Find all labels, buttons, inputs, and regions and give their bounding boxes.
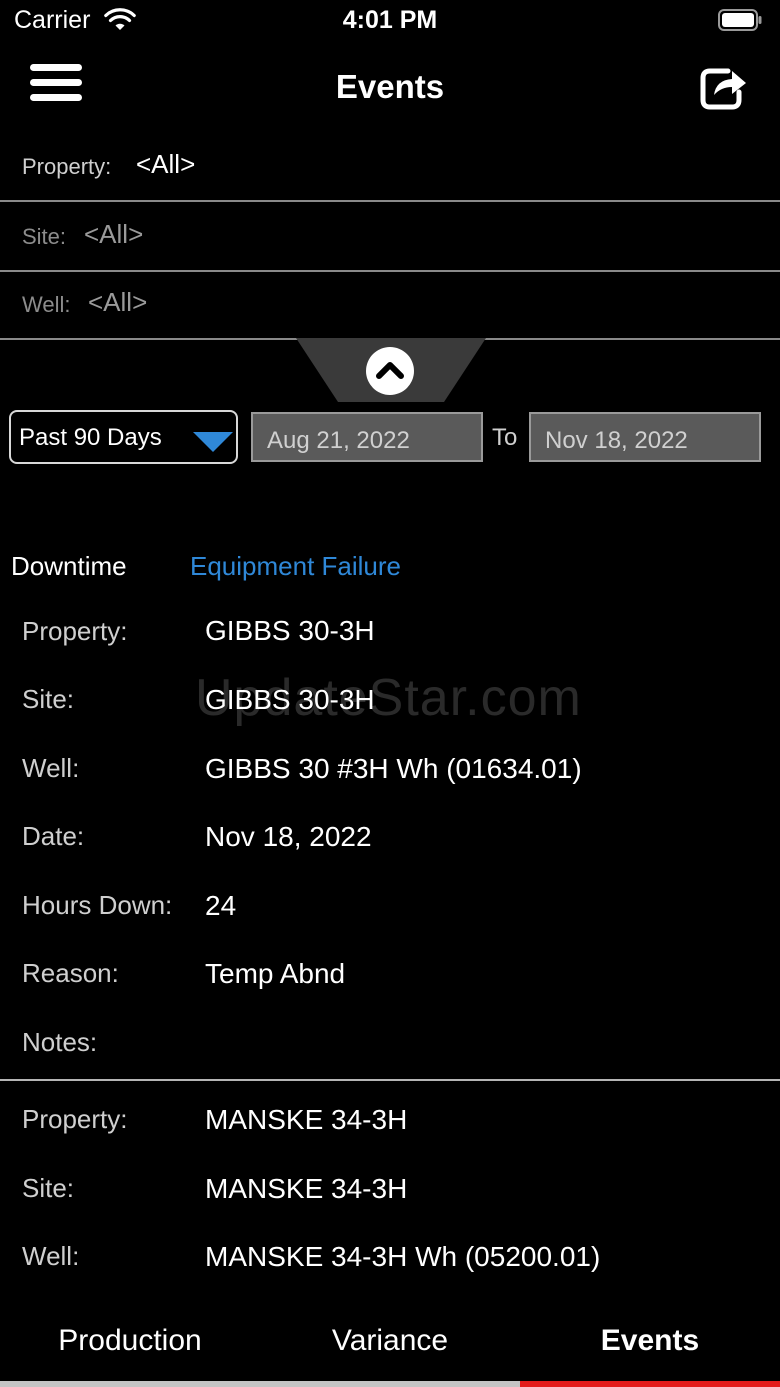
property-filter[interactable]: Property: <All> (0, 132, 780, 202)
well-filter-value: <All> (88, 287, 148, 317)
property-label: Property: (22, 1104, 128, 1134)
date-value: Nov 18, 2022 (205, 821, 372, 852)
site-label: Site: (22, 684, 75, 714)
end-date-field[interactable]: Nov 18, 2022 (529, 412, 761, 462)
clock: 4:01 PM (342, 6, 438, 34)
battery-icon (718, 9, 762, 31)
site-filter-label: Site: (22, 224, 67, 249)
well-value: GIBBS 30 #3H Wh (01634.01) (205, 753, 582, 784)
well-value: MANSKE 34-3H Wh (05200.01) (205, 1241, 601, 1272)
hours-down-value: 24 (205, 890, 237, 921)
tab-production[interactable]: Production (0, 1324, 260, 1358)
start-date-field[interactable]: Aug 21, 2022 (251, 412, 483, 462)
well-label: Well: (22, 1241, 80, 1271)
start-date-value: Aug 21, 2022 (267, 427, 410, 454)
end-date-value: Nov 18, 2022 (545, 427, 688, 454)
date-range-value: Past 90 Days (19, 424, 162, 451)
reason-label: Reason: (22, 958, 119, 988)
property-filter-value: <All> (136, 149, 196, 179)
well-label: Well: (22, 753, 80, 783)
property-value: MANSKE 34-3H (205, 1104, 408, 1135)
well-filter[interactable]: Well: <All> (0, 270, 780, 340)
notes-label: Notes: (22, 1027, 98, 1057)
property-value: GIBBS 30-3H (205, 615, 375, 646)
site-filter-value: <All> (84, 219, 144, 249)
event-type-label: Downtime (11, 551, 127, 581)
site-value: MANSKE 34-3H (205, 1173, 408, 1204)
event-divider (0, 1079, 780, 1081)
to-label: To (492, 424, 518, 451)
date-label: Date: (22, 821, 85, 851)
site-label: Site: (22, 1173, 75, 1203)
site-value: GIBBS 30-3H (205, 684, 375, 715)
property-label: Property: (22, 616, 128, 646)
tab-variance[interactable]: Variance (260, 1324, 520, 1358)
tab-events[interactable]: Events (520, 1324, 780, 1358)
share-icon[interactable] (698, 62, 748, 112)
reason-value: Temp Abnd (205, 958, 346, 989)
date-range-dropdown[interactable]: Past 90 Days (9, 410, 238, 464)
page-title: Events (335, 68, 445, 105)
site-filter[interactable]: Site: <All> (0, 202, 780, 272)
well-filter-label: Well: (22, 292, 71, 317)
active-tab-indicator (520, 1381, 780, 1387)
hours-down-label: Hours Down: (22, 890, 173, 920)
event-category-link[interactable]: Equipment Failure (190, 551, 401, 582)
caret-down-icon (193, 432, 233, 452)
property-filter-label: Property: (22, 154, 112, 179)
chevron-up-icon[interactable] (366, 347, 414, 395)
